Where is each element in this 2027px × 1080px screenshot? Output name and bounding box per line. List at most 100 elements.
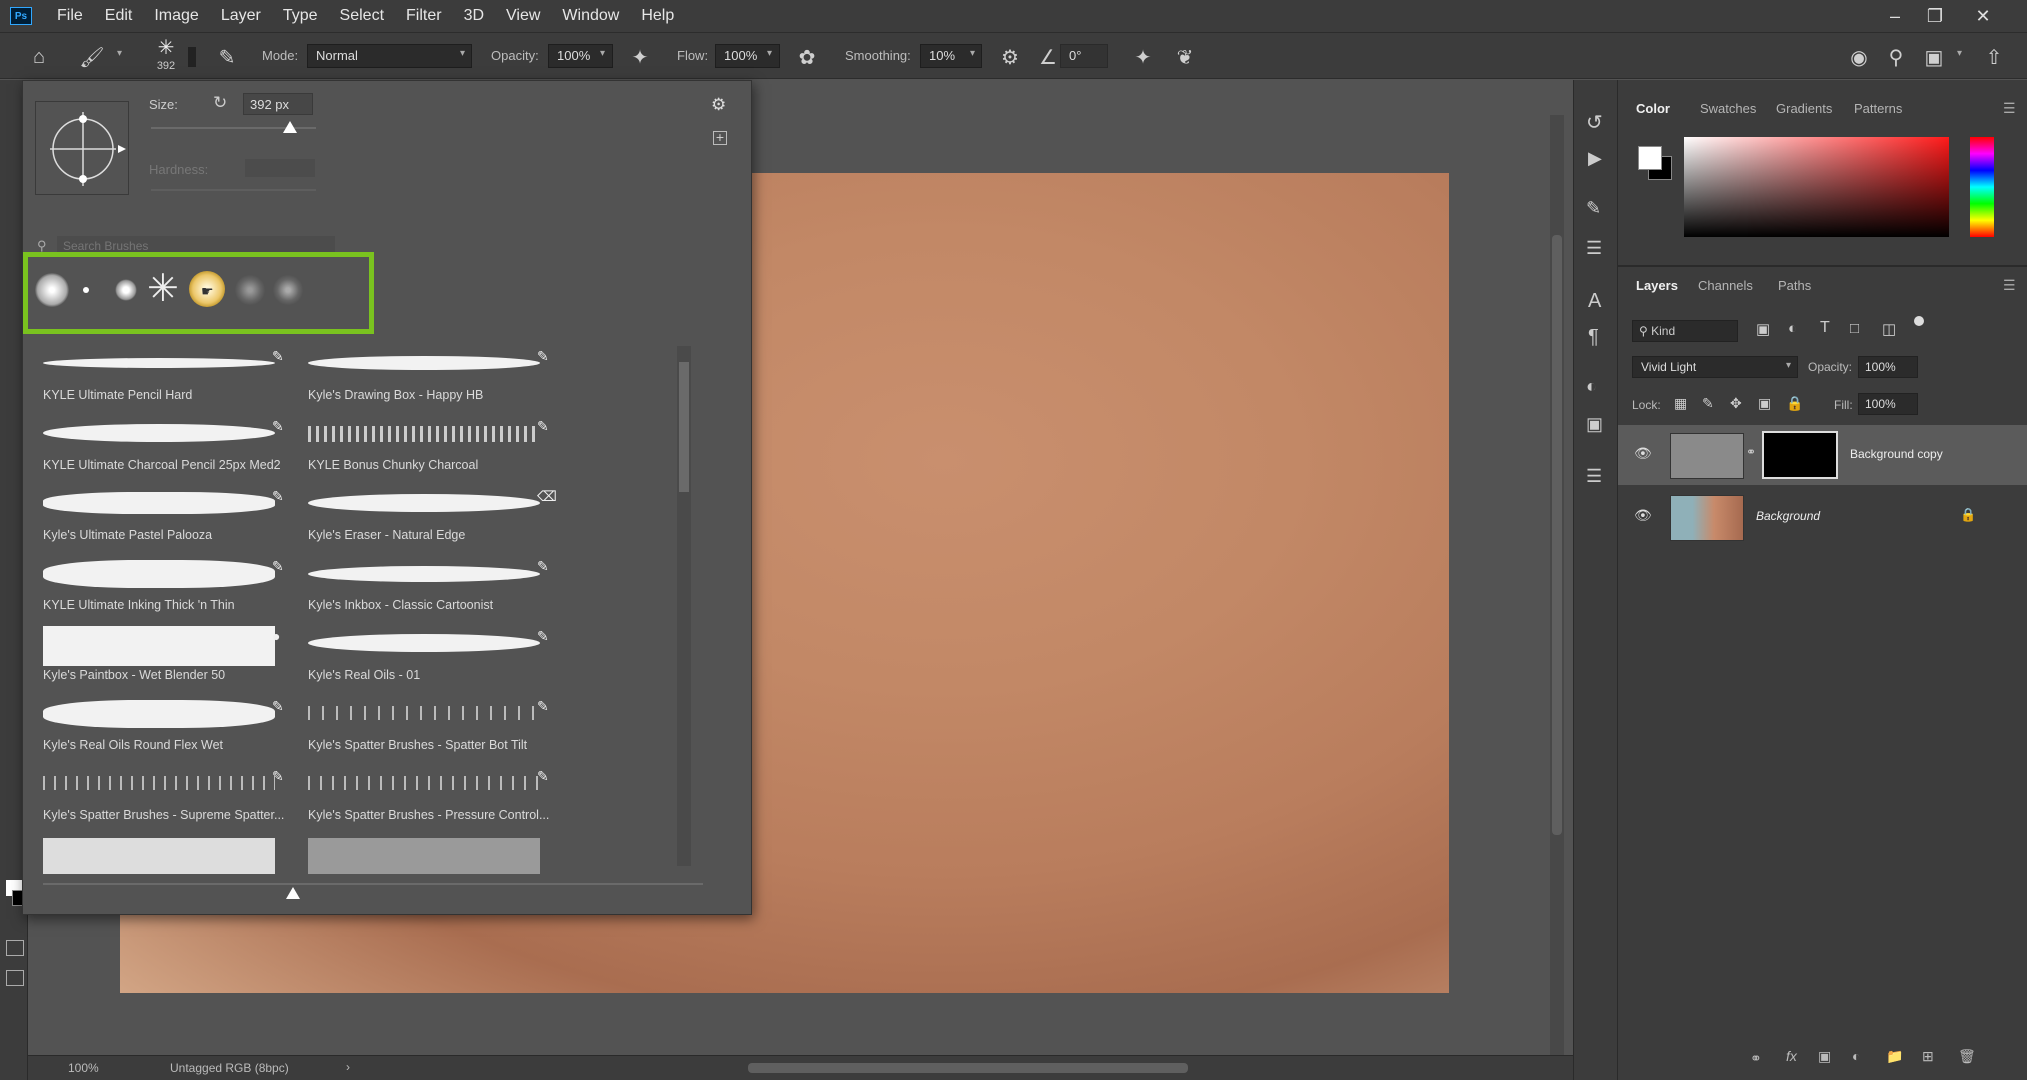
- scroll-thumb[interactable]: [679, 362, 689, 492]
- menu-file[interactable]: File: [46, 7, 94, 25]
- tab-patterns[interactable]: Patterns: [1854, 101, 1902, 116]
- brush-tip-preview[interactable]: [35, 101, 129, 195]
- workspace-icon[interactable]: ▣: [1920, 43, 1948, 71]
- gear-icon[interactable]: ⚙: [996, 43, 1024, 71]
- fill-field[interactable]: 100%: [1858, 393, 1918, 415]
- filter-pixel-icon[interactable]: ▣: [1756, 320, 1770, 338]
- layer-name[interactable]: Background copy: [1850, 447, 1943, 461]
- brush-item[interactable]: ✎ Kyle's Spatter Brushes - Supreme Spatte…: [35, 766, 300, 836]
- recent-brush-texture-2[interactable]: [273, 275, 303, 305]
- brush-item[interactable]: ⌫ Kyle's Eraser - Natural Edge: [300, 486, 565, 556]
- menu-image[interactable]: Image: [143, 7, 209, 25]
- brush-item[interactable]: ✎ Kyle's Ultimate Pastel Palooza: [35, 486, 300, 556]
- layer-row-background[interactable]: 👁 Background 🔒: [1618, 487, 2027, 547]
- home-icon[interactable]: ⌂: [25, 43, 53, 71]
- tab-layers[interactable]: Layers: [1636, 278, 1678, 293]
- tab-swatches[interactable]: Swatches: [1700, 101, 1756, 116]
- vertical-scrollbar[interactable]: [1550, 115, 1564, 1055]
- gear-icon[interactable]: ⚙: [711, 95, 726, 115]
- brush-item[interactable]: [35, 836, 300, 876]
- airbrush-icon[interactable]: ✿: [793, 43, 821, 71]
- search-icon[interactable]: ⚲: [1882, 43, 1910, 71]
- pressure-opacity-icon[interactable]: ✦: [626, 43, 654, 71]
- brush-item[interactable]: ✎ Kyle's Spatter Brushes - Spatter Bot Ti…: [300, 696, 565, 766]
- menu-filter[interactable]: Filter: [395, 7, 453, 25]
- tab-color[interactable]: Color: [1636, 101, 1670, 116]
- restore-icon[interactable]: ❐: [1915, 0, 1955, 32]
- brush-item[interactable]: [300, 836, 565, 876]
- picker-toggle[interactable]: [188, 47, 196, 67]
- add-mask-icon[interactable]: ▣: [1818, 1048, 1831, 1065]
- brush-item[interactable]: ✎ KYLE Ultimate Charcoal Pencil 25px Med2: [35, 416, 300, 486]
- tab-paths[interactable]: Paths: [1778, 278, 1811, 293]
- brush-tool-icon[interactable]: 🖌: [78, 43, 106, 71]
- chevron-down-icon[interactable]: ▾: [1957, 48, 1962, 59]
- recent-brush-hard-small[interactable]: [83, 287, 89, 293]
- brush-item[interactable]: ● Kyle's Paintbox - Wet Blender 50: [35, 626, 300, 696]
- reset-size-icon[interactable]: ↻: [213, 93, 227, 113]
- eye-icon[interactable]: 👁: [1634, 445, 1652, 462]
- recent-brush-soft-round[interactable]: [35, 273, 69, 307]
- chevron-down-icon[interactable]: ▾: [117, 48, 122, 59]
- brush-item[interactable]: ✎ Kyle's Real Oils - 01: [300, 626, 565, 696]
- brush-item[interactable]: ✎ Kyle's Drawing Box - Happy HB: [300, 346, 565, 416]
- paragraph-panel-icon[interactable]: ¶: [1588, 326, 1599, 349]
- brush-item[interactable]: ✎ KYLE Ultimate Pencil Hard: [35, 346, 300, 416]
- brush-item[interactable]: ✎ Kyle's Real Oils Round Flex Wet: [35, 696, 300, 766]
- filter-type-icon[interactable]: T: [1820, 319, 1830, 337]
- fx-icon[interactable]: fx: [1786, 1048, 1797, 1064]
- new-layer-icon[interactable]: ⊞: [1922, 1048, 1934, 1065]
- menu-layer[interactable]: Layer: [210, 7, 272, 25]
- new-preset-icon[interactable]: +: [713, 130, 727, 145]
- minimize-icon[interactable]: –: [1875, 0, 1915, 32]
- lock-transparent-icon[interactable]: ▦: [1674, 395, 1687, 412]
- lock-image-icon[interactable]: ✎: [1702, 395, 1714, 412]
- brushes-panel-icon[interactable]: ✎: [1586, 198, 1601, 219]
- tab-gradients[interactable]: Gradients: [1776, 101, 1832, 116]
- color-field[interactable]: [1684, 137, 1949, 237]
- layer-name[interactable]: Background: [1756, 509, 1820, 523]
- menu-3d[interactable]: 3D: [453, 7, 495, 25]
- lock-position-icon[interactable]: ✥: [1730, 395, 1742, 412]
- brush-item[interactable]: ✎ KYLE Bonus Chunky Charcoal: [300, 416, 565, 486]
- symmetry-icon[interactable]: ❦: [1171, 43, 1199, 71]
- close-icon[interactable]: ✕: [1963, 0, 2003, 32]
- brush-settings-panel-icon[interactable]: ☰: [1586, 238, 1602, 259]
- layer-mask-thumbnail[interactable]: [1762, 431, 1838, 479]
- adjustment-layer-icon[interactable]: ◐: [1852, 1048, 1860, 1064]
- link-layers-icon[interactable]: ⚭: [1750, 1050, 1762, 1067]
- angle-field[interactable]: 0°: [1060, 44, 1108, 68]
- new-group-icon[interactable]: 📁: [1886, 1048, 1903, 1065]
- preview-size-thumb[interactable]: [286, 887, 300, 899]
- share-user-icon[interactable]: ◉: [1845, 43, 1873, 71]
- brush-list-scrollbar[interactable]: [677, 346, 691, 866]
- chevron-right-icon[interactable]: ›: [346, 1060, 350, 1074]
- size-slider-thumb[interactable]: [283, 121, 297, 133]
- filter-smart-object-icon[interactable]: ◫: [1882, 320, 1896, 338]
- history-icon[interactable]: ↺: [1586, 110, 1603, 135]
- actions-play-icon[interactable]: ▶: [1588, 148, 1602, 169]
- blend-mode-select[interactable]: Vivid Light ▾: [1632, 356, 1798, 378]
- properties-icon[interactable]: ☰: [1586, 466, 1602, 487]
- size-input[interactable]: 392 px: [243, 93, 313, 115]
- share-icon[interactable]: ⇧: [1980, 43, 2008, 71]
- eye-icon[interactable]: 👁: [1634, 507, 1652, 524]
- menu-type[interactable]: Type: [272, 7, 329, 25]
- layer-opacity-field[interactable]: 100%: [1858, 356, 1918, 378]
- lock-artboard-icon[interactable]: ▣: [1758, 395, 1771, 412]
- layer-row-background-copy[interactable]: 👁 ⚭ Background copy: [1618, 425, 2027, 485]
- brush-preset-picker[interactable]: ✳ 392: [150, 35, 182, 77]
- filter-toggle-icon[interactable]: [1914, 316, 1924, 326]
- delete-layer-icon[interactable]: 🗑: [1958, 1048, 1976, 1065]
- recent-brush-soft-medium[interactable]: [115, 279, 137, 301]
- brush-item[interactable]: ✎ Kyle's Inkbox - Classic Cartoonist: [300, 556, 565, 626]
- brush-item[interactable]: ✎ Kyle's Spatter Brushes - Pressure Contr…: [300, 766, 565, 836]
- foreground-color-swatch[interactable]: [1638, 146, 1662, 170]
- panel-menu-icon[interactable]: ☰: [2003, 100, 2016, 117]
- chevron-down-icon[interactable]: ▾: [970, 48, 975, 59]
- character-panel-icon[interactable]: A: [1588, 290, 1601, 313]
- filter-shape-icon[interactable]: □: [1850, 320, 1859, 337]
- filter-adjustment-icon[interactable]: ◐: [1788, 320, 1797, 337]
- preview-size-slider[interactable]: [43, 883, 703, 885]
- lock-all-icon[interactable]: 🔒: [1786, 395, 1803, 412]
